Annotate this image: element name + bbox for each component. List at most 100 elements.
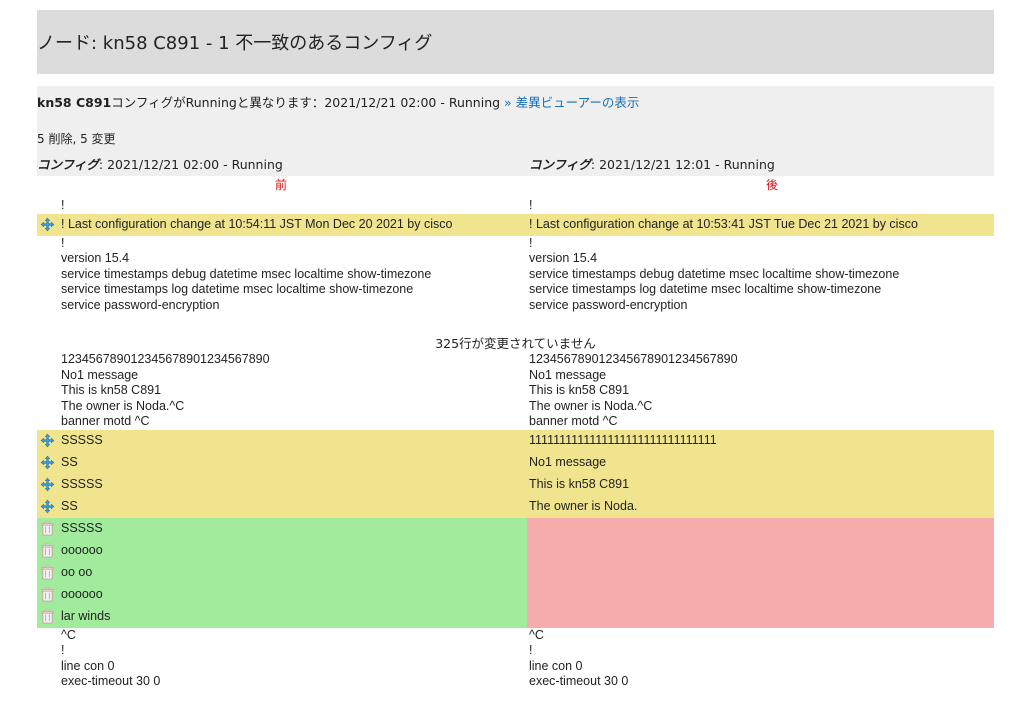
- diff-row: ^C ^C: [37, 628, 994, 644]
- page-header: ノード: kn58 C891 - 1 不一致のあるコンフィグ: [37, 10, 994, 74]
- move-arrows-icon: [40, 433, 55, 448]
- diff-text-after: !: [529, 198, 533, 212]
- diff-text-after: !: [529, 643, 533, 657]
- diff-cell-after: [527, 605, 994, 628]
- diff-text-after: version 15.4: [529, 251, 598, 265]
- diff-text-before: oo oo: [61, 564, 93, 579]
- diff-viewer-link[interactable]: » 差異ビューアーの表示: [504, 95, 639, 110]
- diff-cell-after: [527, 539, 994, 562]
- diff-cell-after: 1111111111111111111111111111111: [527, 429, 994, 452]
- diff-row: ! Last configuration change at 10:54:11 …: [37, 213, 994, 236]
- diff-text-after: banner motd ^C: [529, 414, 618, 428]
- diff-text-after: The owner is Noda.^C: [529, 398, 653, 413]
- diff-row: SSSSS This is kn58 C891: [37, 473, 994, 496]
- diff-row: service password-encryption service passw…: [37, 298, 994, 314]
- diff-cell-before: line con 0: [37, 659, 527, 675]
- diff-cell-after: service timestamps log datetime msec loc…: [527, 282, 994, 298]
- diff-text-after: service timestamps debug datetime msec l…: [529, 266, 900, 281]
- diff-row: oo oo: [37, 561, 994, 584]
- diff-text-before: !: [61, 643, 65, 657]
- diff-cell-before: banner motd ^C: [37, 414, 527, 430]
- diff-cell-after: [527, 517, 994, 540]
- diff-cell-after: service password-encryption: [527, 298, 994, 314]
- diff-row: service timestamps log datetime msec loc…: [37, 282, 994, 298]
- diff-cell-after: ^C: [527, 628, 994, 644]
- trash-icon: [40, 543, 55, 558]
- diff-row: 12345678901234567890123456789​0 123456789…: [37, 352, 994, 368]
- diff-cell-after: service timestamps debug datetime msec l…: [527, 267, 994, 283]
- diff-cell-before: ! Last configuration change at 10:54:11 …: [37, 213, 527, 236]
- diff-text-before: SSSSS: [61, 520, 103, 535]
- diff-cell-after: This is kn58 C891: [527, 383, 994, 399]
- diff-cell-before: version 15.4: [37, 251, 527, 267]
- diff-text-after: This is kn58 C891: [529, 383, 630, 397]
- diff-cell-before: ^C: [37, 628, 527, 644]
- diff-row: lar winds: [37, 605, 994, 628]
- move-arrows-icon: [40, 455, 55, 470]
- diff-text-after: !: [529, 235, 533, 250]
- diff-text-after: No1 message: [529, 454, 607, 469]
- diff-text-before: lar winds: [61, 608, 111, 623]
- diff-cell-before: !: [37, 643, 527, 659]
- diff-cell-after: banner motd ^C: [527, 414, 994, 430]
- diff-text-before: !: [61, 198, 65, 212]
- diff-cell-before: SSSSS: [37, 429, 527, 452]
- diff-cell-after: No1 message: [527, 451, 994, 474]
- diff-row: This is kn58 C891 This is kn58 C891: [37, 383, 994, 399]
- diff-text-before: SS: [61, 498, 78, 513]
- diff-cell-before: lar winds: [37, 605, 527, 628]
- diff-text-after: This is kn58 C891: [529, 476, 630, 491]
- diff-row: SS No1 message: [37, 451, 994, 474]
- move-arrows-icon: [40, 477, 55, 492]
- diff-cell-after: !: [527, 643, 994, 659]
- diff-text-before: line con 0: [61, 658, 115, 673]
- diff-cell-before: SSSSS: [37, 473, 527, 496]
- diff-text-after: ^C: [529, 627, 544, 642]
- diff-row: banner motd ^C banner motd ^C: [37, 414, 994, 430]
- left-config-label: コンフィグ: [37, 157, 99, 172]
- unchanged-lines-notice: 325行が変更されていません: [435, 336, 596, 351]
- diff-text-before: service timestamps debug datetime msec l…: [61, 266, 432, 281]
- diff-text-before: ^C: [61, 627, 76, 642]
- node-name: kn58 C891: [37, 95, 112, 110]
- diff-cell-after: The owner is Noda.: [527, 495, 994, 518]
- left-config-header: コンフィグ: 2021/12/21 02:00 - Running: [37, 154, 283, 173]
- diff-text-before: SSSSS: [61, 432, 103, 447]
- diff-text-after: exec-timeout 30 0: [529, 674, 629, 688]
- diff-cell-after: The owner is Noda.^C: [527, 399, 994, 415]
- diff-row: !!: [37, 643, 994, 659]
- diff-cell-before: service timestamps debug datetime msec l…: [37, 267, 527, 283]
- diff-cell-before: oo oo: [37, 561, 527, 584]
- trash-icon: [40, 521, 55, 536]
- diff-text-before: The owner is Noda.^C: [61, 398, 185, 413]
- diff-row: !!: [37, 198, 994, 214]
- diff-cell-after: exec-timeout 30 0: [527, 674, 994, 690]
- diff-cell-after: [527, 561, 994, 584]
- diff-message-text: コンフィグがRunningと異なります：2021/12/21 02:00 - R…: [111, 95, 501, 110]
- diff-row: oooooo: [37, 539, 994, 562]
- trash-icon: [40, 565, 55, 580]
- diff-cell-before: No1 message: [37, 368, 527, 384]
- diff-cell-before: oooooo: [37, 583, 527, 606]
- diff-cell-after: !: [527, 198, 994, 214]
- diff-cell-before: SS: [37, 495, 527, 518]
- diff-text-before: exec-timeout 30 0: [61, 674, 161, 688]
- diff-text-before: banner motd ^C: [61, 414, 150, 428]
- diff-text-before: ! Last configuration change at 10:54:11 …: [61, 216, 453, 231]
- diff-text-after: 1234567890123456789012345678​90: [529, 352, 738, 366]
- diff-cell-before: This is kn58 C891: [37, 383, 527, 399]
- diff-cell-before: service timestamps log datetime msec loc…: [37, 282, 527, 298]
- trash-icon: [40, 609, 55, 624]
- diff-text-before: This is kn58 C891: [61, 383, 162, 397]
- diff-cell-before: oooooo: [37, 539, 527, 562]
- diff-text-after: ! Last configuration change at 10:53:41 …: [529, 216, 918, 231]
- diff-cell-after: [527, 583, 994, 606]
- diff-cell-after: ! Last configuration change at 10:53:41 …: [527, 213, 994, 236]
- diff-text-after: No1 message: [529, 367, 607, 382]
- diff-cell-before: service password-encryption: [37, 298, 527, 314]
- diff-row: The owner is Noda.^C The owner is Noda.^C: [37, 399, 994, 415]
- diff-row: No1 message No1 message: [37, 368, 994, 384]
- diff-row: SSSSS 1111111111111111111111111111111: [37, 429, 994, 452]
- change-summary: 5 削除, 5 変更: [37, 132, 116, 146]
- diff-cell-before: !: [37, 236, 527, 252]
